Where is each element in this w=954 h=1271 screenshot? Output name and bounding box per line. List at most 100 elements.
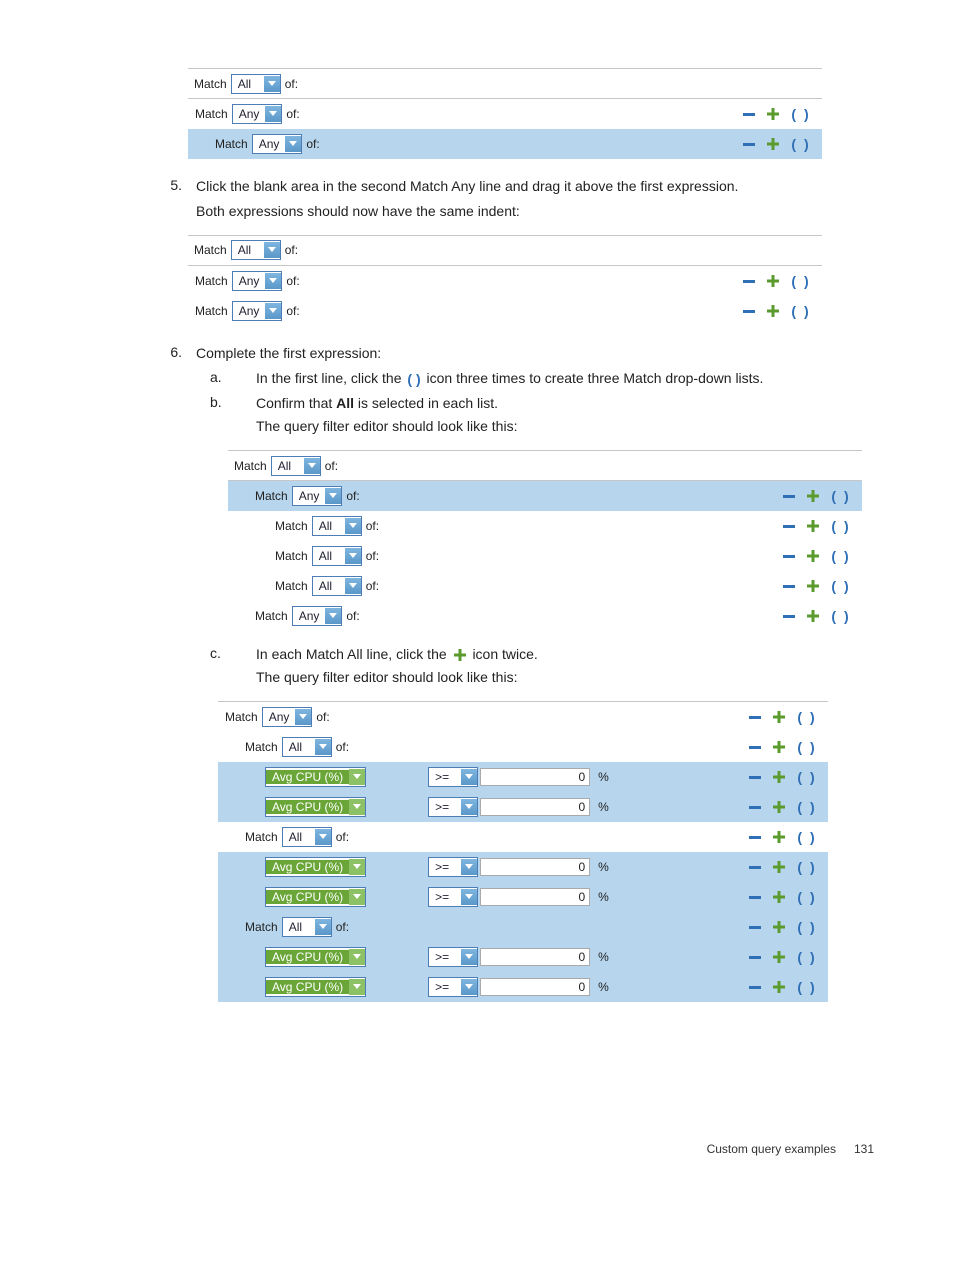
- add-button[interactable]: [805, 518, 821, 534]
- add-button[interactable]: [805, 488, 821, 504]
- match-any-row-selected[interactable]: Match Any of: ( ): [188, 129, 822, 159]
- match-mode-dropdown[interactable]: All: [231, 74, 281, 94]
- group-button[interactable]: ( ): [795, 709, 819, 725]
- value-input[interactable]: 0: [480, 768, 590, 786]
- remove-button[interactable]: [747, 979, 763, 995]
- match-mode-dropdown[interactable]: Any: [232, 301, 283, 321]
- metric-dropdown[interactable]: Avg CPU (%): [265, 767, 366, 787]
- add-button[interactable]: [771, 829, 787, 845]
- remove-button[interactable]: [741, 303, 757, 319]
- match-all-row[interactable]: Match All of: ( ): [218, 822, 828, 852]
- match-mode-dropdown[interactable]: Any: [292, 606, 343, 626]
- value-input[interactable]: 0: [480, 948, 590, 966]
- match-mode-dropdown[interactable]: Any: [232, 271, 283, 291]
- match-any-row[interactable]: Match Any of: ( ): [188, 99, 822, 129]
- group-button[interactable]: ( ): [789, 273, 813, 289]
- remove-button[interactable]: [747, 739, 763, 755]
- value-input[interactable]: 0: [480, 858, 590, 876]
- group-button[interactable]: ( ): [789, 136, 813, 152]
- metric-dropdown[interactable]: Avg CPU (%): [265, 797, 366, 817]
- match-all-row[interactable]: Match All of: ( ): [228, 511, 862, 541]
- metric-dropdown[interactable]: Avg CPU (%): [265, 887, 366, 907]
- metric-row[interactable]: Avg CPU (%) >= 0 % ( ): [218, 852, 828, 882]
- match-any-row[interactable]: Match Any of: ( ): [188, 266, 822, 296]
- group-button[interactable]: ( ): [795, 769, 819, 785]
- group-button[interactable]: ( ): [795, 949, 819, 965]
- match-mode-dropdown[interactable]: All: [312, 576, 362, 596]
- add-button[interactable]: [805, 608, 821, 624]
- operator-dropdown[interactable]: >=: [428, 947, 478, 967]
- group-button[interactable]: ( ): [829, 578, 853, 594]
- metric-row[interactable]: Avg CPU (%) >= 0 % ( ): [218, 882, 828, 912]
- match-mode-dropdown[interactable]: All: [312, 516, 362, 536]
- match-mode-dropdown[interactable]: All: [312, 546, 362, 566]
- add-button[interactable]: [771, 799, 787, 815]
- add-button[interactable]: [805, 548, 821, 564]
- remove-button[interactable]: [747, 889, 763, 905]
- match-mode-dropdown[interactable]: Any: [252, 134, 303, 154]
- add-button[interactable]: [765, 106, 781, 122]
- match-any-row[interactable]: Match Any of: ( ): [228, 601, 862, 631]
- value-input[interactable]: 0: [480, 978, 590, 996]
- match-mode-dropdown[interactable]: All: [271, 456, 321, 476]
- match-any-row[interactable]: Match Any of: ( ): [188, 296, 822, 326]
- match-all-row[interactable]: Match All of: ( ): [228, 541, 862, 571]
- metric-dropdown[interactable]: Avg CPU (%): [265, 947, 366, 967]
- group-button[interactable]: ( ): [795, 829, 819, 845]
- add-button[interactable]: [765, 136, 781, 152]
- operator-dropdown[interactable]: >=: [428, 857, 478, 877]
- value-input[interactable]: 0: [480, 888, 590, 906]
- add-button[interactable]: [765, 273, 781, 289]
- remove-button[interactable]: [747, 829, 763, 845]
- metric-row[interactable]: Avg CPU (%) >= 0 % ( ): [218, 792, 828, 822]
- match-all-row-selected[interactable]: Match All of: ( ): [218, 912, 828, 942]
- add-button[interactable]: [771, 769, 787, 785]
- match-mode-dropdown[interactable]: All: [282, 917, 332, 937]
- group-button[interactable]: ( ): [795, 859, 819, 875]
- operator-dropdown[interactable]: >=: [428, 797, 478, 817]
- operator-dropdown[interactable]: >=: [428, 887, 478, 907]
- remove-button[interactable]: [747, 769, 763, 785]
- remove-button[interactable]: [741, 106, 757, 122]
- remove-button[interactable]: [781, 578, 797, 594]
- remove-button[interactable]: [747, 919, 763, 935]
- add-button[interactable]: [771, 889, 787, 905]
- group-button[interactable]: ( ): [795, 889, 819, 905]
- add-button[interactable]: [765, 303, 781, 319]
- add-button[interactable]: [771, 739, 787, 755]
- group-button[interactable]: ( ): [829, 608, 853, 624]
- match-any-row-selected[interactable]: Match Any of: ( ): [228, 481, 862, 511]
- remove-button[interactable]: [781, 548, 797, 564]
- group-button[interactable]: ( ): [829, 518, 853, 534]
- group-button[interactable]: ( ): [789, 303, 813, 319]
- metric-dropdown[interactable]: Avg CPU (%): [265, 977, 366, 997]
- remove-button[interactable]: [781, 518, 797, 534]
- group-button[interactable]: ( ): [829, 488, 853, 504]
- group-button[interactable]: ( ): [795, 979, 819, 995]
- match-mode-dropdown[interactable]: All: [282, 737, 332, 757]
- match-all-row[interactable]: Match All of: ( ): [218, 732, 828, 762]
- remove-button[interactable]: [747, 949, 763, 965]
- operator-dropdown[interactable]: >=: [428, 767, 478, 787]
- remove-button[interactable]: [781, 488, 797, 504]
- operator-dropdown[interactable]: >=: [428, 977, 478, 997]
- add-button[interactable]: [771, 709, 787, 725]
- add-button[interactable]: [771, 949, 787, 965]
- metric-row[interactable]: Avg CPU (%) >= 0 % ( ): [218, 942, 828, 972]
- match-any-row[interactable]: Match Any of: ( ): [218, 702, 828, 732]
- group-button[interactable]: ( ): [795, 919, 819, 935]
- match-mode-dropdown[interactable]: Any: [292, 486, 343, 506]
- group-button[interactable]: ( ): [795, 799, 819, 815]
- add-button[interactable]: [771, 979, 787, 995]
- match-mode-dropdown[interactable]: Any: [232, 104, 283, 124]
- remove-button[interactable]: [741, 136, 757, 152]
- match-mode-dropdown[interactable]: All: [282, 827, 332, 847]
- value-input[interactable]: 0: [480, 798, 590, 816]
- remove-button[interactable]: [747, 799, 763, 815]
- add-button[interactable]: [771, 859, 787, 875]
- group-button[interactable]: ( ): [789, 106, 813, 122]
- group-button[interactable]: ( ): [829, 548, 853, 564]
- match-mode-dropdown[interactable]: All: [231, 240, 281, 260]
- group-button[interactable]: ( ): [795, 739, 819, 755]
- add-button[interactable]: [771, 919, 787, 935]
